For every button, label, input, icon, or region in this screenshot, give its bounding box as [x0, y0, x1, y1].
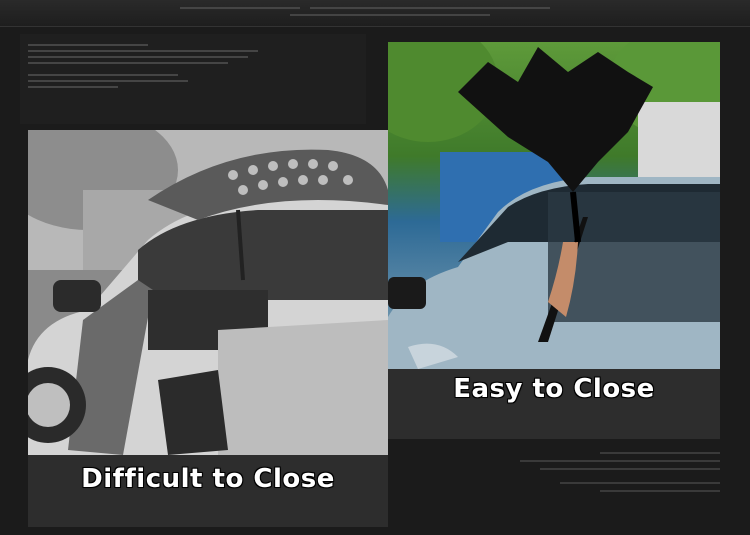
easy-to-close-caption: Easy to Close [453, 374, 655, 404]
difficult-to-close-caption: Difficult to Close [81, 464, 335, 494]
top-banner [0, 0, 750, 27]
easy-caption-box: Easy to Close [388, 369, 720, 439]
umbrella-car-door-photo [28, 130, 388, 455]
left-decor-panel [20, 34, 366, 124]
inverted-umbrella-car-photo [388, 42, 720, 369]
difficult-caption-box: Difficult to Close [28, 455, 388, 527]
